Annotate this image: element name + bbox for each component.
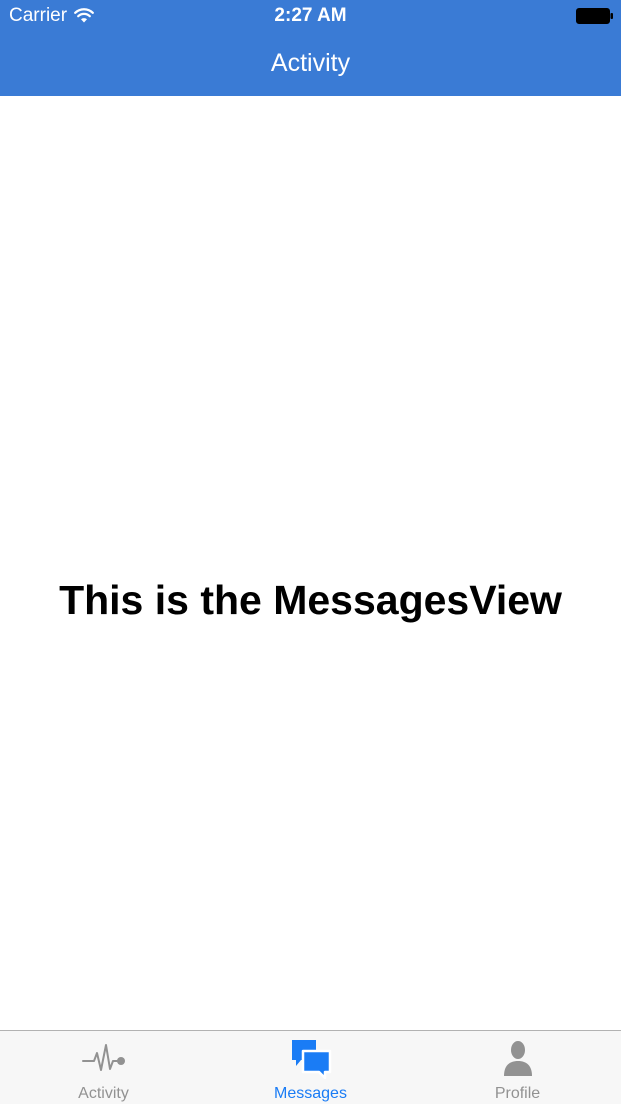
tab-activity-label: Activity xyxy=(78,1085,129,1102)
chat-bubbles-icon xyxy=(291,1040,331,1079)
tab-activity[interactable]: Activity xyxy=(0,1031,207,1104)
app-screen: Carrier 2:27 AM Activity This is the Mes… xyxy=(0,0,621,1104)
battery-icon xyxy=(576,8,613,24)
status-bar: Carrier 2:27 AM xyxy=(0,0,621,32)
page-title: Activity xyxy=(270,49,351,77)
messages-content xyxy=(0,96,621,1030)
tab-bar: Activity Messages Profile xyxy=(0,1030,621,1104)
tab-profile-label: Profile xyxy=(494,1085,541,1102)
activity-pulse-icon xyxy=(81,1044,125,1071)
messages-view-text: This is the MessagesView xyxy=(59,577,562,623)
person-icon xyxy=(503,1041,532,1076)
navigation-header: Carrier 2:27 AM Activity xyxy=(0,0,621,96)
tab-messages[interactable]: Messages xyxy=(207,1031,414,1104)
tab-messages-label: Messages xyxy=(274,1085,347,1102)
tab-profile[interactable]: Profile xyxy=(414,1031,621,1104)
status-time: 2:27 AM xyxy=(274,5,347,26)
